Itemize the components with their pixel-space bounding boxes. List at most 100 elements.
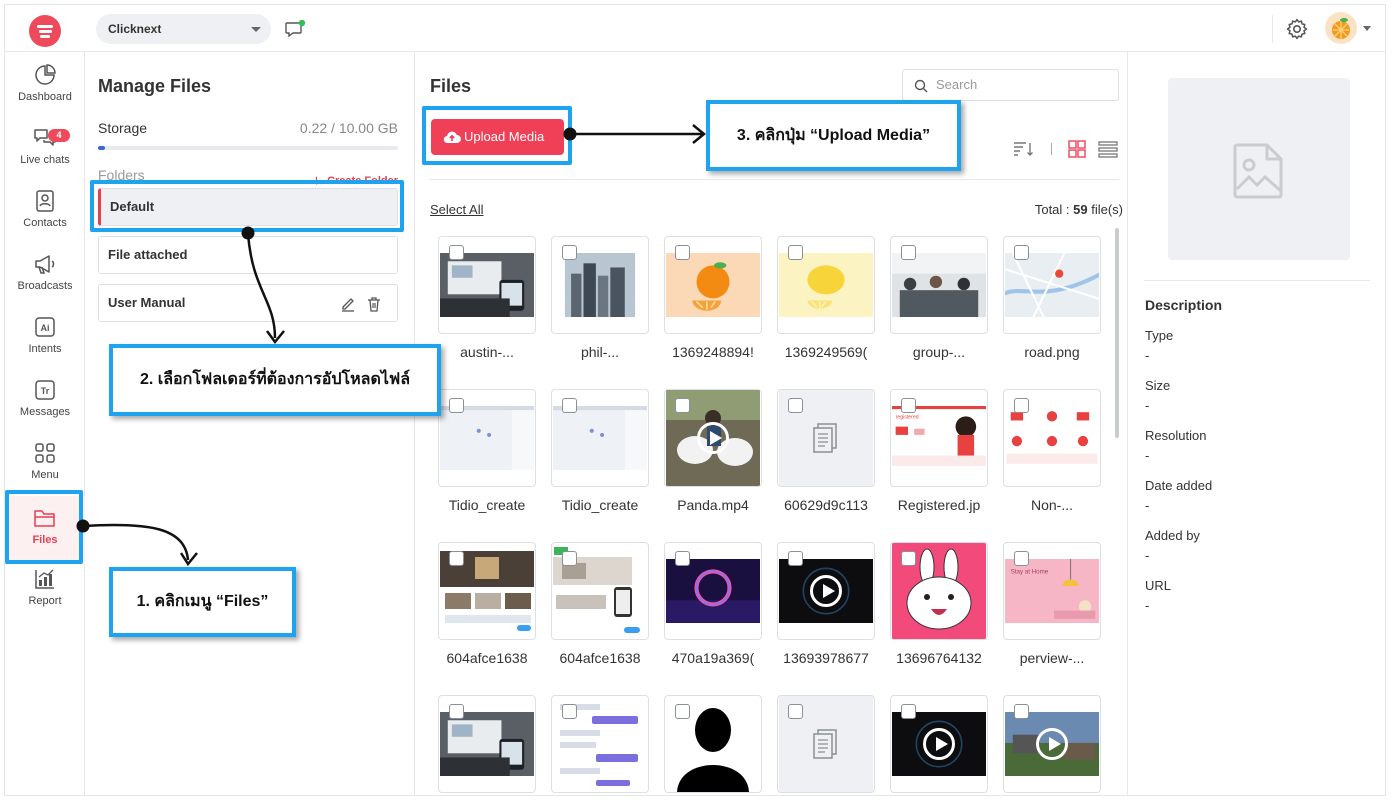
file-tile[interactable]	[438, 389, 536, 487]
file-name: austin-...	[460, 344, 514, 360]
file-checkbox[interactable]	[901, 704, 916, 719]
nav-label: Contacts	[23, 217, 67, 229]
file-checkbox[interactable]	[901, 551, 916, 566]
file-thumbnail	[439, 406, 535, 470]
file-tile[interactable]	[551, 695, 649, 793]
file-checkbox[interactable]	[562, 398, 577, 413]
nav-item-dashboard[interactable]: Dashboard	[5, 64, 85, 124]
file-tile[interactable]	[438, 695, 536, 793]
file-grid-scrollbar[interactable]	[1115, 228, 1119, 438]
file-tile[interactable]	[664, 695, 762, 793]
top-bar: Clicknext	[5, 5, 1385, 52]
edit-icon[interactable]	[340, 296, 356, 312]
file-tile[interactable]: registered	[890, 389, 988, 487]
file-checkbox[interactable]	[1014, 704, 1029, 719]
manage-files-panel: Manage Files Storage 0.22 / 10.00 GB Fol…	[85, 52, 415, 795]
file-tile[interactable]	[1003, 236, 1101, 334]
file-checkbox[interactable]	[1014, 398, 1029, 413]
file-tile[interactable]	[551, 542, 649, 640]
app-logo[interactable]	[29, 15, 61, 47]
file-checkbox[interactable]	[449, 704, 464, 719]
grid-view-icon[interactable]	[1068, 140, 1086, 158]
nav-item-intents[interactable]: Ai Intents	[5, 316, 85, 376]
file-checkbox[interactable]	[1014, 551, 1029, 566]
file-checkbox[interactable]	[901, 245, 916, 260]
file-checkbox[interactable]	[788, 704, 803, 719]
user-avatar[interactable]	[1325, 12, 1357, 44]
file-checkbox[interactable]	[675, 704, 690, 719]
select-all-link[interactable]: Select All	[430, 202, 483, 217]
file-name: phil-...	[580, 344, 620, 360]
details-panel: Description Type - Size - Resolution - Date ad…	[1128, 52, 1385, 795]
file-checkbox[interactable]	[562, 551, 577, 566]
svg-text:registered: registered	[896, 414, 919, 420]
list-view-icon[interactable]	[1098, 140, 1118, 158]
detail-value: -	[1145, 398, 1150, 413]
file-checkbox[interactable]	[788, 245, 803, 260]
file-tile[interactable]	[664, 389, 762, 487]
file-tile[interactable]	[664, 542, 762, 640]
nav-item-report[interactable]: Report	[5, 568, 85, 628]
file-checkbox[interactable]	[788, 398, 803, 413]
file-checkbox[interactable]	[562, 245, 577, 260]
file-checkbox[interactable]	[449, 398, 464, 413]
callout-step-1: 1. คลิกเมนู “Files”	[109, 567, 296, 637]
folder-item-file-attached[interactable]: File attached	[98, 236, 398, 274]
grid-menu-icon	[35, 443, 55, 463]
detail-value: -	[1145, 498, 1150, 513]
nav-item-live-chats[interactable]: 4 Live chats	[5, 127, 85, 187]
file-checkbox[interactable]	[901, 398, 916, 413]
file-checkbox[interactable]	[675, 398, 690, 413]
search-input[interactable]: Search	[902, 69, 1119, 101]
nav-item-contacts[interactable]: Contacts	[5, 190, 85, 250]
detail-value: -	[1145, 548, 1150, 563]
files-title: Files	[430, 76, 472, 96]
file-checkbox[interactable]	[675, 551, 690, 566]
sort-icon[interactable]	[1013, 141, 1033, 157]
file-tile[interactable]	[1003, 389, 1101, 487]
text-message-icon: Tr	[35, 380, 55, 400]
contact-book-icon	[36, 190, 54, 212]
file-thumbnail	[552, 237, 648, 333]
file-name: perview-...	[1019, 650, 1085, 666]
file-tile[interactable]	[1003, 695, 1101, 793]
file-checkbox[interactable]	[449, 551, 464, 566]
file-tile[interactable]	[890, 236, 988, 334]
file-tile[interactable]	[777, 389, 875, 487]
file-checkbox[interactable]	[449, 245, 464, 260]
trash-icon[interactable]	[366, 296, 382, 312]
file-tile[interactable]	[777, 542, 875, 640]
file-tile[interactable]	[664, 236, 762, 334]
search-icon	[914, 79, 928, 93]
nav-item-messages[interactable]: Tr Messages	[5, 379, 85, 439]
detail-label: Date added	[1145, 478, 1213, 493]
file-tile[interactable]	[551, 236, 649, 334]
file-checkbox[interactable]	[788, 551, 803, 566]
storage-value: 0.22 / 10.00 GB	[299, 120, 398, 136]
nav-item-broadcasts[interactable]: Broadcasts	[5, 253, 85, 313]
file-tile[interactable]	[777, 695, 875, 793]
file-checkbox[interactable]	[1014, 245, 1029, 260]
file-tile[interactable]	[890, 542, 988, 640]
detail-value: -	[1145, 348, 1150, 363]
file-tile[interactable]	[551, 389, 649, 487]
file-checkbox[interactable]	[675, 245, 690, 260]
file-tile[interactable]	[777, 236, 875, 334]
workspace-select[interactable]: Clicknext	[96, 14, 271, 44]
nav-label: Menu	[31, 469, 59, 481]
file-thumbnail	[1004, 406, 1100, 470]
file-tile[interactable]	[438, 236, 536, 334]
file-thumbnail	[778, 253, 874, 317]
search-placeholder: Search	[936, 77, 978, 92]
gear-icon[interactable]	[1285, 17, 1309, 41]
file-tile[interactable]	[890, 695, 988, 793]
file-tile[interactable]	[438, 542, 536, 640]
chat-status-icon[interactable]	[285, 20, 307, 40]
file-checkbox[interactable]	[562, 704, 577, 719]
avatar-chevron-icon[interactable]	[1363, 26, 1371, 31]
file-thumbnail	[891, 253, 987, 317]
nav-label: Dashboard	[18, 91, 72, 103]
folder-item-user-manual[interactable]: User Manual	[98, 284, 398, 322]
highlight-upload-button	[422, 106, 572, 165]
file-tile[interactable]: Stay at Home	[1003, 542, 1101, 640]
